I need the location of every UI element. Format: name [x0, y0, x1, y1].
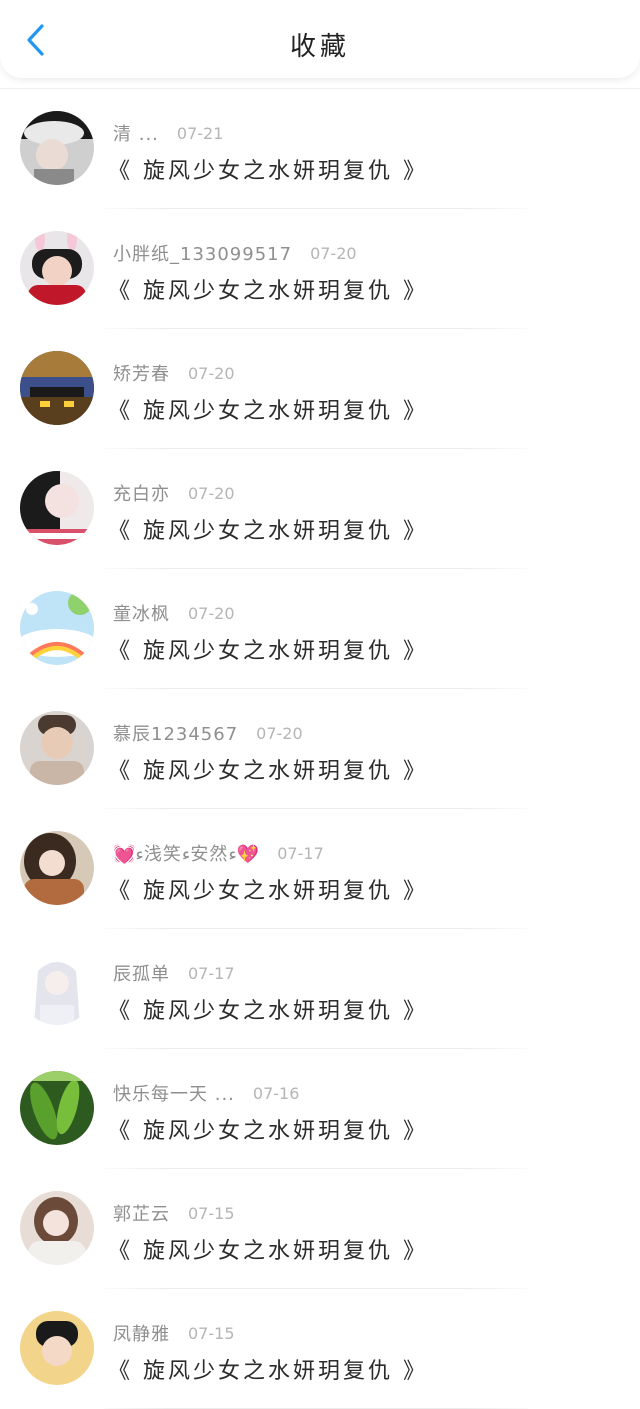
date: 07-20 [256, 723, 303, 743]
username: 矫芳春 [113, 364, 170, 385]
novel-title[interactable]: 《 旋风少女之水妍玥复仇 》 [108, 873, 428, 905]
novel-title[interactable]: 《 旋风少女之水妍玥复仇 》 [108, 633, 428, 665]
avatar[interactable] [20, 951, 94, 1025]
list-item[interactable]: 矫芳春 07-20 《 旋风少女之水妍玥复仇 》 [0, 329, 640, 449]
list-item[interactable]: 慕辰1234567 07-20 《 旋风少女之水妍玥复仇 》 [0, 689, 640, 809]
avatar[interactable] [20, 1191, 94, 1265]
username: 童冰枫 [113, 604, 170, 625]
date: 07-20 [310, 243, 357, 263]
username: 充白亦 [113, 484, 170, 505]
novel-title[interactable]: 《 旋风少女之水妍玥复仇 》 [108, 153, 428, 185]
avatar[interactable] [20, 591, 94, 665]
date: 07-16 [252, 1083, 300, 1103]
username: 快乐每一天 ... [113, 1084, 235, 1105]
novel-title[interactable]: 《 旋风少女之水妍玥复仇 》 [108, 393, 428, 425]
list-item[interactable]: 充白亦 07-20 《 旋风少女之水妍玥复仇 》 [0, 449, 640, 569]
novel-title[interactable]: 《 旋风少女之水妍玥复仇 》 [108, 993, 428, 1025]
list-item[interactable]: 童冰枫 07-20 《 旋风少女之水妍玥复仇 》 [0, 569, 640, 689]
date: 07-21 [176, 123, 224, 143]
username: 小胖纸_133099517 [113, 244, 293, 265]
list-item[interactable]: 💓ء浅笑ء安然ء💖 07-17 《 旋风少女之水妍玥复仇 》 [0, 809, 640, 929]
avatar[interactable] [20, 1311, 94, 1385]
username: 郭芷云 [113, 1204, 170, 1225]
novel-title[interactable]: 《 旋风少女之水妍玥复仇 》 [108, 1353, 428, 1385]
avatar[interactable] [20, 351, 94, 425]
favorites-list: 清 ... 07-21 《 旋风少女之水妍玥复仇 》 小胖纸_133099517… [0, 89, 640, 1409]
avatar[interactable] [20, 1071, 94, 1145]
date: 07-15 [188, 1323, 235, 1343]
list-item[interactable]: 小胖纸_133099517 07-20 《 旋风少女之水妍玥复仇 》 [0, 209, 640, 329]
date: 07-20 [188, 363, 235, 383]
novel-title[interactable]: 《 旋风少女之水妍玥复仇 》 [108, 1233, 428, 1265]
novel-title[interactable]: 《 旋风少女之水妍玥复仇 》 [108, 1113, 428, 1145]
avatar[interactable] [20, 111, 94, 185]
avatar[interactable] [20, 831, 94, 905]
username: 慕辰1234567 [113, 724, 239, 745]
list-item[interactable]: 凤静雅 07-15 《 旋风少女之水妍玥复仇 》 [0, 1289, 640, 1409]
list-item[interactable]: 快乐每一天 ... 07-16 《 旋风少女之水妍玥复仇 》 [0, 1049, 640, 1169]
avatar[interactable] [20, 471, 94, 545]
app-header: 收藏 [0, 0, 640, 78]
username: 辰孤单 [113, 964, 170, 985]
list-item[interactable]: 清 ... 07-21 《 旋风少女之水妍玥复仇 》 [0, 89, 640, 209]
novel-title[interactable]: 《 旋风少女之水妍玥复仇 》 [108, 513, 428, 545]
username: 清 ... [113, 124, 159, 145]
date: 07-17 [277, 843, 324, 863]
username: 凤静雅 [113, 1324, 170, 1345]
list-item[interactable]: 郭芷云 07-15 《 旋风少女之水妍玥复仇 》 [0, 1169, 640, 1289]
list-item[interactable]: 辰孤单 07-17 《 旋风少女之水妍玥复仇 》 [0, 929, 640, 1049]
novel-title[interactable]: 《 旋风少女之水妍玥复仇 》 [108, 273, 428, 305]
avatar[interactable] [20, 231, 94, 305]
date: 07-17 [188, 963, 235, 983]
date: 07-20 [188, 483, 235, 503]
date: 07-20 [188, 603, 235, 623]
page-title: 收藏 [289, 32, 350, 62]
avatar[interactable] [20, 711, 94, 785]
date: 07-15 [188, 1203, 235, 1223]
novel-title[interactable]: 《 旋风少女之水妍玥复仇 》 [108, 753, 428, 785]
username: 💓ء浅笑ء安然ء💖 [113, 844, 260, 865]
